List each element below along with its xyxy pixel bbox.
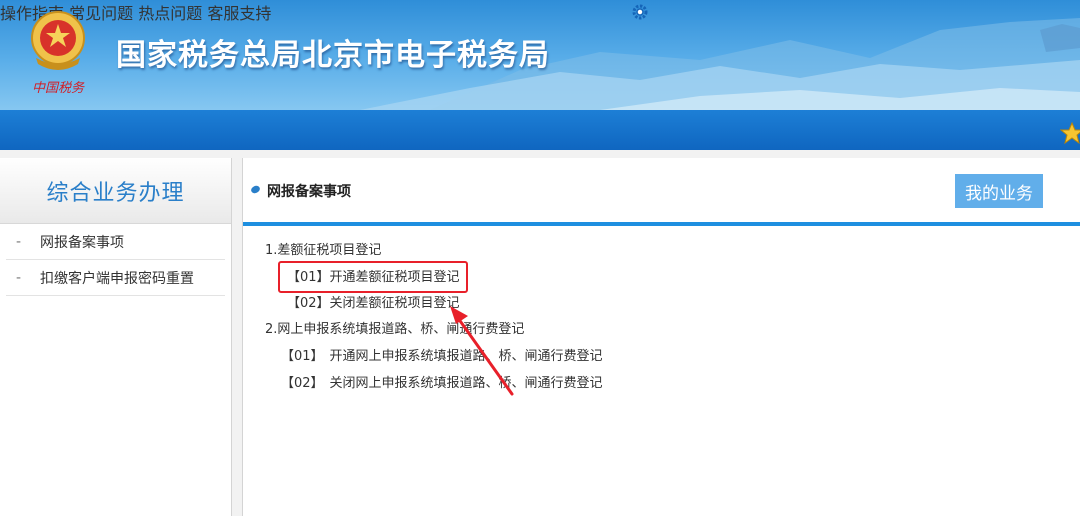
my-business-button[interactable]: 我的业务 [955,174,1043,208]
dash-icon: - [16,233,22,250]
sidebar-item-label: 网报备案事项 [40,234,124,251]
main-header: 网报备案事项 我的业务 [243,158,1080,224]
svg-text:中国税务: 中国税务 [32,81,85,96]
sidebar-header: 综合业务办理 [0,158,231,224]
site-title: 国家税务总局北京市电子税务局 [116,38,550,73]
item-code: 【02】 [287,296,330,311]
item-code: 【02】 [281,376,324,391]
sidebar-title: 综合业务办理 [46,180,185,206]
main-panel: 网报备案事项 我的业务 1.差额征税项目登记 【01】开通差额征税项目登记 【0… [242,158,1080,516]
gear-icon [632,4,648,20]
page-title: 网报备案事项 [267,184,351,200]
sidebar-item-label: 扣缴客户端申报密码重置 [40,270,194,287]
annotation-highlight-box [278,261,468,293]
link-close-toll-filing[interactable]: 【02】 关闭网上申报系统填报道路、桥、闸通行费登记 [265,375,603,393]
item-code: 【01】 [281,349,324,364]
title-bullet-icon [249,184,262,195]
header-divider [243,222,1080,226]
link-open-toll-filing[interactable]: 【01】 开通网上申报系统填报道路、桥、闸通行费登记 [265,348,603,366]
sidebar-item-password-reset[interactable]: - 扣缴客户端申报密码重置 [6,260,225,296]
section-heading: 2.网上申报系统填报道路、桥、闸通行费登记 [265,322,525,337]
dash-icon: - [16,269,22,286]
item-label: 关闭网上申报系统填报道路、桥、闸通行费登记 [329,376,603,391]
sidebar-item-online-filing[interactable]: - 网报备案事项 [6,224,225,260]
header-banner: 中国税务 国家税务总局北京市电子税务局 操作指南 常见问题 热点问题 客服支持 [0,0,1080,110]
link-close-diff-tax[interactable]: 【02】关闭差额征税项目登记 [265,295,603,313]
top-nav [632,2,674,22]
item-label: 关闭差额征税项目登记 [329,296,460,311]
tax-emblem-icon: 中国税务 [31,11,85,96]
section-heading: 1.差额征税项目登记 [265,243,382,258]
sidebar: 综合业务办理 - 网报备案事项 - 扣缴客户端申报密码重置 [0,158,232,516]
star-icon [1060,122,1080,144]
nav-strip [0,110,1080,150]
item-label: 开通网上申报系统填报道路、桥、闸通行费登记 [329,349,603,364]
